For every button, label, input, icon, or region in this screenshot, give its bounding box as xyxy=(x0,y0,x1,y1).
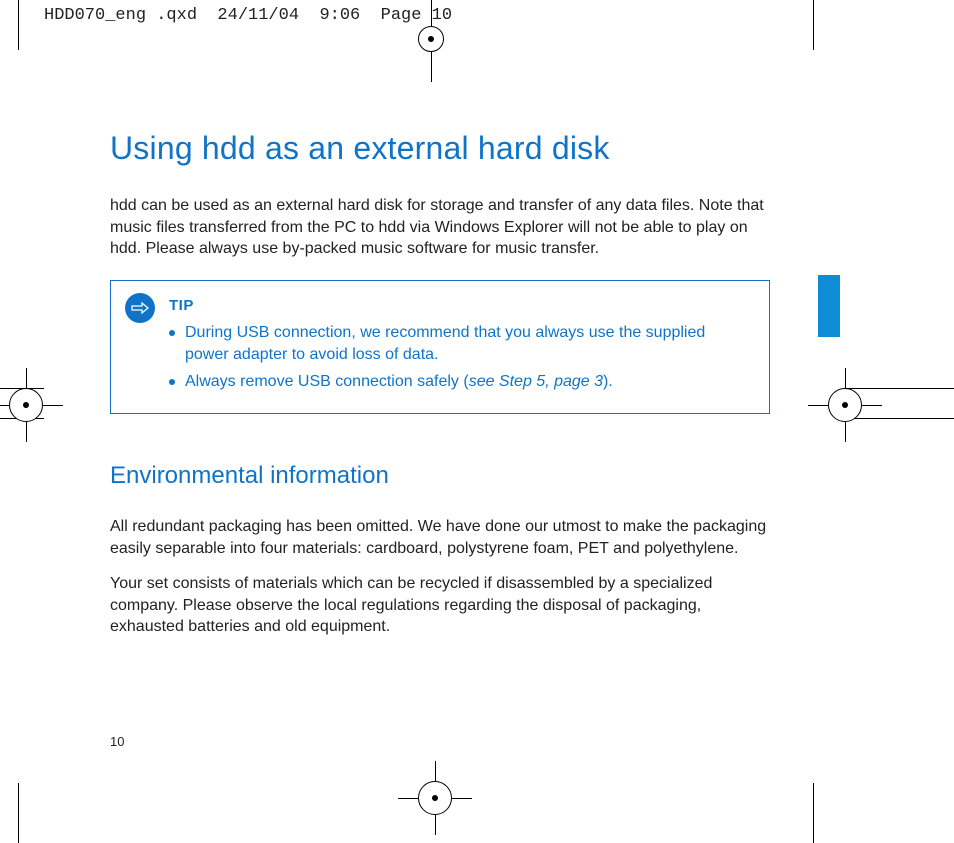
section-tab xyxy=(818,275,840,337)
tip-ref-open: ( xyxy=(459,373,469,390)
page-content: Using hdd as an external hard disk hdd c… xyxy=(110,130,770,652)
tip-ref-close: ). xyxy=(603,373,613,390)
paragraph: hdd can be used as an external hard disk… xyxy=(110,195,770,260)
arrow-right-icon xyxy=(125,293,155,323)
page-number: 10 xyxy=(110,734,124,749)
tip-callout: TIP During USB connection, we recommend … xyxy=(110,280,770,414)
crop-mark xyxy=(18,0,19,50)
paragraph: Your set consists of materials which can… xyxy=(110,573,770,638)
registration-mark-icon xyxy=(418,26,444,52)
tip-list: During USB connection, we recommend that… xyxy=(169,322,743,393)
tip-label: TIP xyxy=(169,297,743,314)
tip-item: Always remove USB connection safely (see… xyxy=(169,371,743,393)
crop-mark xyxy=(813,783,814,843)
heading-using-hdd: Using hdd as an external hard disk xyxy=(110,130,770,167)
paragraph: All redundant packaging has been omitted… xyxy=(110,516,770,559)
registration-mark-icon xyxy=(828,388,862,422)
tip-item-text: Always remove USB connection safely xyxy=(185,373,459,390)
registration-mark-icon xyxy=(418,781,452,815)
registration-mark-icon xyxy=(9,388,43,422)
crop-mark xyxy=(18,783,19,843)
heading-environmental: Environmental information xyxy=(110,462,770,490)
tip-reference: see Step 5, page 3 xyxy=(469,373,603,390)
manual-page: HDD070_eng .qxd 24/11/04 9:06 Page 10 Us… xyxy=(0,0,954,843)
crop-mark xyxy=(813,0,814,50)
tip-item: During USB connection, we recommend that… xyxy=(169,322,743,367)
print-meta-header: HDD070_eng .qxd 24/11/04 9:06 Page 10 xyxy=(44,6,452,25)
